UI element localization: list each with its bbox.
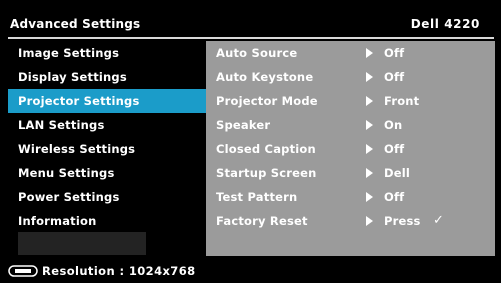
setting-row-factory-reset[interactable]: Factory Reset Press ✓ xyxy=(206,209,495,233)
osd-header: Advanced Settings Dell 4220 xyxy=(8,8,494,40)
arrow-right-icon xyxy=(366,72,373,82)
setting-label: Auto Keystone xyxy=(216,70,314,84)
projector-osd: Advanced Settings Dell 4220 Image Settin… xyxy=(0,0,501,283)
setting-row-projector-mode[interactable]: Projector Mode Front xyxy=(206,89,495,113)
checkmark-icon: ✓ xyxy=(433,213,445,228)
setting-label: Projector Mode xyxy=(216,94,318,108)
setting-row-auto-keystone[interactable]: Auto Keystone Off xyxy=(206,65,495,89)
sidebar-menu: Image Settings Display Settings Projecto… xyxy=(8,41,206,233)
setting-label: Factory Reset xyxy=(216,214,308,228)
setting-row-startup-screen[interactable]: Startup Screen Dell xyxy=(206,161,495,185)
setting-label: Speaker xyxy=(216,118,271,132)
setting-value: On xyxy=(384,118,403,132)
sidebar-item-information[interactable]: Information xyxy=(8,209,206,233)
setting-row-speaker[interactable]: Speaker On xyxy=(206,113,495,137)
sidebar-item-power-settings[interactable]: Power Settings xyxy=(8,185,206,209)
arrow-right-icon xyxy=(366,120,373,130)
resolution-text: Resolution : 1024x768 xyxy=(42,264,196,278)
empty-menu-slot xyxy=(18,232,146,255)
header-divider xyxy=(8,37,494,39)
setting-label: Test Pattern xyxy=(216,190,298,204)
setting-label: Closed Caption xyxy=(216,142,316,156)
osd-title: Advanced Settings xyxy=(10,17,141,31)
arrow-right-icon xyxy=(366,168,373,178)
sidebar-item-wireless-settings[interactable]: Wireless Settings xyxy=(8,137,206,161)
status-bar: Resolution : 1024x768 xyxy=(8,262,196,280)
setting-label: Startup Screen xyxy=(216,166,317,180)
setting-value: Off xyxy=(384,46,405,60)
sidebar-item-display-settings[interactable]: Display Settings xyxy=(8,65,206,89)
setting-value: Dell xyxy=(384,166,411,180)
arrow-right-icon xyxy=(366,216,373,226)
settings-panel: Auto Source Off Auto Keystone Off Projec… xyxy=(206,41,495,256)
setting-value: Off xyxy=(384,70,405,84)
model-name: Dell 4220 xyxy=(410,17,480,31)
setting-row-closed-caption[interactable]: Closed Caption Off xyxy=(206,137,495,161)
arrow-right-icon xyxy=(366,96,373,106)
setting-value: Off xyxy=(384,142,405,156)
arrow-right-icon xyxy=(366,144,373,154)
setting-value: Off xyxy=(384,190,405,204)
setting-row-auto-source[interactable]: Auto Source Off xyxy=(206,41,495,65)
setting-value: Press xyxy=(384,214,421,228)
sidebar-item-menu-settings[interactable]: Menu Settings xyxy=(8,161,206,185)
sidebar-item-image-settings[interactable]: Image Settings xyxy=(8,41,206,65)
setting-label: Auto Source xyxy=(216,46,298,60)
setting-value: Front xyxy=(384,94,420,108)
sidebar-item-projector-settings[interactable]: Projector Settings xyxy=(8,89,206,113)
arrow-right-icon xyxy=(366,192,373,202)
arrow-right-icon xyxy=(366,48,373,58)
sidebar-item-lan-settings[interactable]: LAN Settings xyxy=(8,113,206,137)
monitor-input-icon xyxy=(8,265,38,277)
setting-row-test-pattern[interactable]: Test Pattern Off xyxy=(206,185,495,209)
